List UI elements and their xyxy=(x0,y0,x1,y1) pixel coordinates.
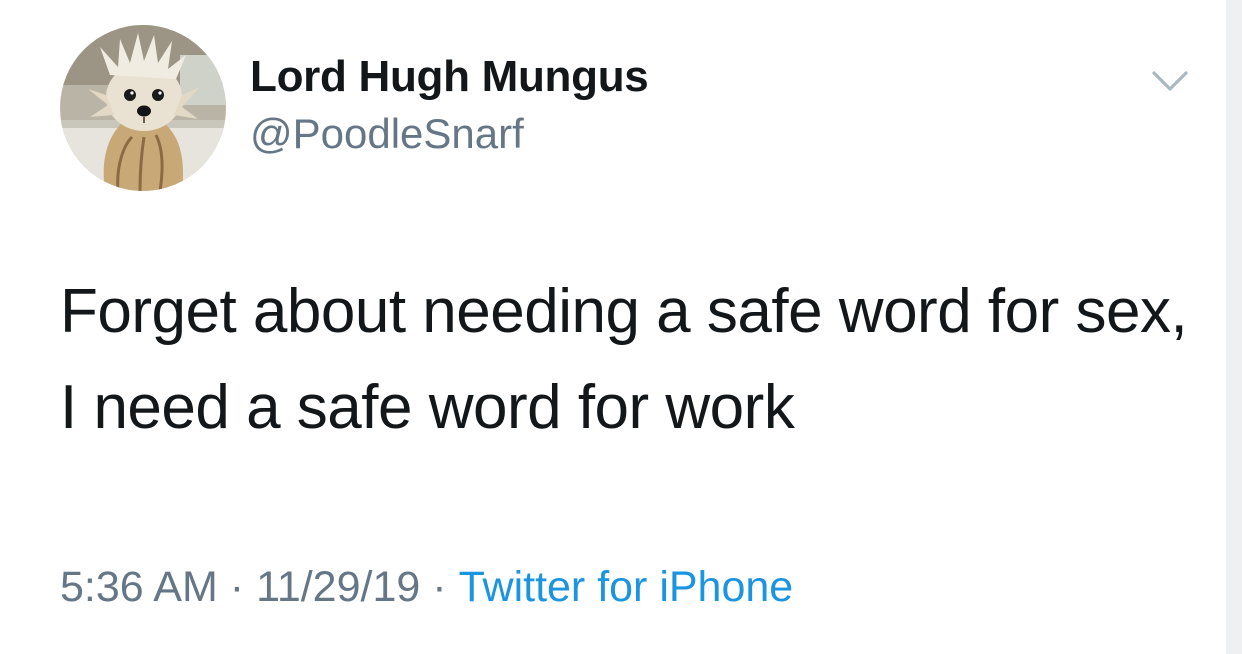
metadata-separator: · xyxy=(432,563,447,611)
tweet-card: Lord Hugh Mungus @PoodleSnarf Forget abo… xyxy=(0,0,1226,654)
tweet-metadata: 5:36 AM · 11/29/19 · Twitter for iPhone xyxy=(60,560,793,614)
author-avatar[interactable] xyxy=(60,25,226,191)
tweet-time[interactable]: 5:36 AM xyxy=(60,563,218,611)
tweet-menu-button[interactable] xyxy=(1148,64,1192,100)
tweet-date[interactable]: 11/29/19 xyxy=(256,563,420,611)
tweet-text: Forget about needing a safe word for sex… xyxy=(60,277,1188,442)
metadata-separator: · xyxy=(229,563,245,611)
author-handle[interactable]: @PoodleSnarf xyxy=(250,108,524,160)
poodle-avatar-icon xyxy=(60,25,226,191)
scrollbar-track xyxy=(1226,0,1242,654)
author-display-name[interactable]: Lord Hugh Mungus xyxy=(250,50,649,104)
chevron-down-icon xyxy=(1152,71,1188,91)
tweet-source-link[interactable]: Twitter for iPhone xyxy=(459,563,794,611)
